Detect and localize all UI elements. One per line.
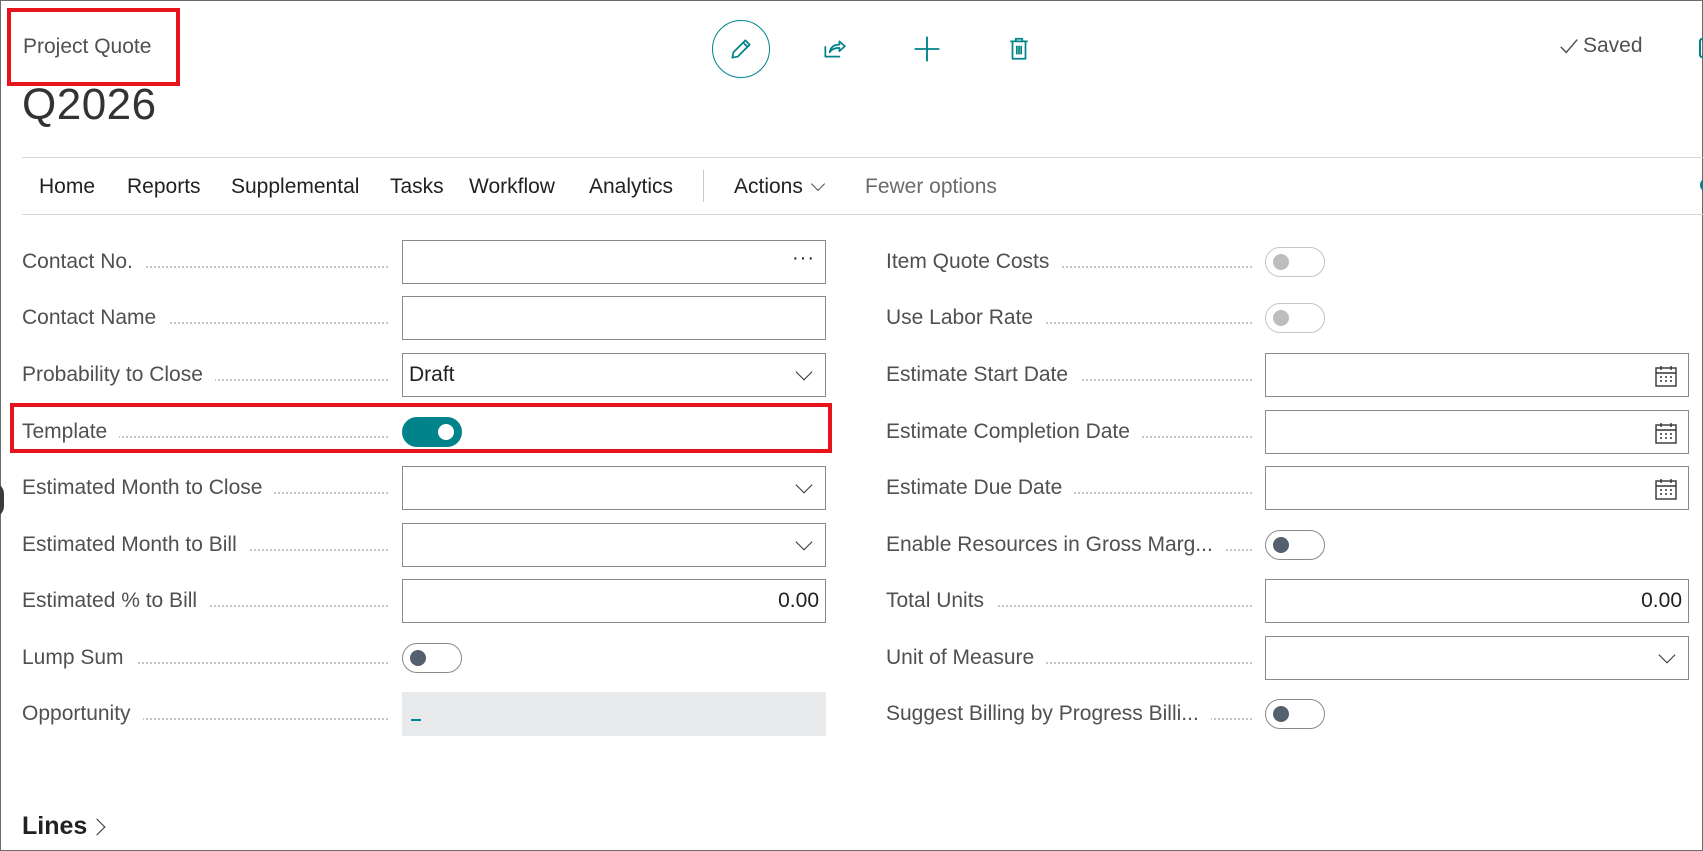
probability-dropdown[interactable]: Draft: [402, 353, 826, 397]
trash-icon: [1010, 37, 1028, 60]
toggle-knob: [1273, 254, 1289, 270]
field-label: Contact No.: [22, 250, 145, 274]
field-estimate-due-date: Estimate Due Date: [886, 466, 1689, 510]
share-button[interactable]: [805, 20, 863, 78]
field-estimate-start-date: Estimate Start Date: [886, 353, 1689, 397]
field-label: Probability to Close: [22, 363, 215, 387]
toggle-knob: [1273, 706, 1289, 722]
field-label: Lump Sum: [22, 646, 136, 670]
actions-menu[interactable]: Actions: [734, 175, 825, 199]
toggle-knob: [1273, 310, 1289, 326]
tab-reports[interactable]: Reports: [127, 175, 201, 199]
field-use-labor-rate: Use Labor Rate: [886, 296, 1686, 340]
field-label: Contact Name: [22, 306, 169, 330]
contact-no-input[interactable]: ···: [402, 240, 826, 284]
field-label: Item Quote Costs: [886, 250, 1062, 274]
field-item-quote-costs: Item Quote Costs: [886, 240, 1686, 284]
tab-analytics[interactable]: Analytics: [589, 175, 673, 199]
month-to-close-dropdown[interactable]: [402, 466, 826, 510]
field-label: Opportunity: [22, 702, 143, 726]
edit-button[interactable]: [712, 20, 770, 78]
action-bar-divider: [703, 170, 704, 202]
use-labor-rate-toggle[interactable]: [1265, 303, 1325, 333]
field-label: Estimated Month to Close: [22, 476, 275, 500]
actions-menu-label: Actions: [734, 175, 803, 198]
action-bar: Home Reports Supplemental Tasks Workflow…: [22, 157, 1703, 215]
field-probability-to-close: Probability to Close Draft: [22, 353, 826, 397]
field-total-units: Total Units 0.00: [886, 579, 1689, 623]
text-cursor: [411, 719, 421, 721]
tab-tasks[interactable]: Tasks: [390, 175, 444, 199]
field-estimate-completion-date: Estimate Completion Date: [886, 410, 1689, 454]
chevron-down-icon: [795, 476, 813, 494]
save-status: Saved: [1558, 34, 1643, 58]
field-opportunity: Opportunity: [22, 692, 826, 736]
field-lump-sum: Lump Sum: [22, 636, 826, 680]
field-estimated-month-to-bill: Estimated Month to Bill: [22, 523, 826, 567]
chevron-down-icon: [795, 363, 813, 381]
lines-section-header[interactable]: Lines: [22, 812, 106, 841]
calendar-icon[interactable]: [1654, 421, 1678, 445]
highlight-box-template: [10, 403, 832, 453]
lookup-ellipsis-icon[interactable]: ···: [792, 247, 815, 270]
calendar-icon[interactable]: [1654, 364, 1678, 388]
chevron-down-icon: [810, 176, 825, 192]
chevron-down-icon: [795, 533, 813, 551]
field-label: Estimated % to Bill: [22, 589, 210, 613]
lump-sum-toggle[interactable]: [402, 643, 462, 673]
plus-icon: [914, 36, 940, 62]
opportunity-field: [402, 692, 826, 736]
toggle-knob: [410, 650, 426, 666]
field-estimated-percent-to-bill: Estimated % to Bill 0.00: [22, 579, 826, 623]
panel-edge-icon[interactable]: [1699, 38, 1703, 58]
field-unit-of-measure: Unit of Measure: [886, 636, 1689, 680]
lines-section-label: Lines: [22, 812, 88, 840]
field-label: Unit of Measure: [886, 646, 1047, 670]
field-contact-no: Contact No. ···: [22, 240, 826, 284]
unit-of-measure-dropdown[interactable]: [1265, 636, 1689, 680]
field-label: Estimate Start Date: [886, 363, 1081, 387]
field-label: Estimated Month to Bill: [22, 533, 249, 557]
chevron-down-icon: [1658, 646, 1676, 664]
record-title: Q2026: [22, 80, 157, 129]
field-label: Estimate Due Date: [886, 476, 1075, 500]
field-value: 0.00: [778, 589, 819, 612]
highlight-box-caption: [7, 8, 180, 86]
new-button[interactable]: [898, 20, 956, 78]
estimate-start-date-input[interactable]: [1265, 353, 1689, 397]
month-to-bill-dropdown[interactable]: [402, 523, 826, 567]
field-label: Total Units: [886, 589, 997, 613]
field-label: Suggest Billing by Progress Billi...: [886, 702, 1211, 726]
field-enable-resources: Enable Resources in Gross Marg...: [886, 523, 1686, 567]
enable-resources-toggle[interactable]: [1265, 530, 1325, 560]
field-value: 0.00: [1641, 589, 1682, 612]
field-value: Draft: [409, 363, 455, 386]
tab-home[interactable]: Home: [39, 175, 95, 199]
field-estimated-month-to-close: Estimated Month to Close: [22, 466, 826, 510]
contact-name-input[interactable]: [402, 296, 826, 340]
toggle-knob: [1273, 537, 1289, 553]
tab-supplemental[interactable]: Supplemental: [231, 175, 359, 199]
field-label: Enable Resources in Gross Marg...: [886, 533, 1225, 557]
suggest-billing-toggle[interactable]: [1265, 699, 1325, 729]
percent-to-bill-input[interactable]: 0.00: [402, 579, 826, 623]
item-quote-costs-toggle[interactable]: [1265, 247, 1325, 277]
share-icon: [824, 40, 846, 58]
pencil-icon: [731, 39, 751, 59]
chevron-right-icon: [88, 818, 106, 835]
calendar-icon[interactable]: [1654, 477, 1678, 501]
delete-button[interactable]: [990, 20, 1048, 78]
fewer-options-link[interactable]: Fewer options: [865, 175, 997, 199]
total-units-input[interactable]: 0.00: [1265, 579, 1689, 623]
estimate-completion-date-input[interactable]: [1265, 410, 1689, 454]
tab-workflow[interactable]: Workflow: [469, 175, 555, 199]
checkmark-icon: [1560, 39, 1578, 54]
save-status-label: Saved: [1583, 34, 1643, 57]
estimate-due-date-input[interactable]: [1265, 466, 1689, 510]
field-suggest-billing: Suggest Billing by Progress Billi...: [886, 692, 1686, 736]
field-label: Estimate Completion Date: [886, 420, 1142, 444]
field-label: Use Labor Rate: [886, 306, 1046, 330]
field-contact-name: Contact Name: [22, 296, 826, 340]
